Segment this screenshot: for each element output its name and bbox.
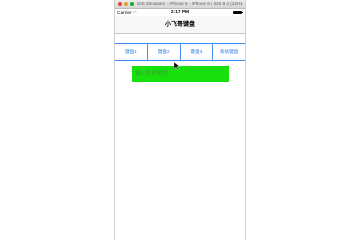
keyboard-3-button[interactable]: 键盘3 — [181, 44, 214, 60]
nickname-input[interactable]: 输入你的昵称 — [132, 66, 229, 82]
status-bar: Carrier ◠ 2:17 PM — [115, 9, 245, 16]
simulator-window: iOS Simulator - iPhone 6 - iPhone 6 / iO… — [114, 0, 246, 240]
page-title: 小飞哥键盘 — [164, 22, 195, 28]
battery-level — [234, 12, 241, 13]
window-titlebar: iOS Simulator - iPhone 6 - iPhone 6 / iO… — [115, 0, 245, 9]
keyboard-2-button[interactable]: 键盘2 — [148, 44, 181, 60]
system-keyboard-button[interactable]: 系统键盘 — [213, 44, 245, 60]
window-title: iOS Simulator - iPhone 6 - iPhone 6 / iO… — [137, 1, 243, 6]
battery-icon — [233, 11, 243, 14]
keyboard-button-bar: 键盘1 键盘2 键盘3 系统键盘 — [115, 43, 245, 61]
minimize-window-button[interactable] — [124, 2, 128, 6]
mouse-cursor-icon — [174, 62, 180, 70]
navigation-bar: 小飞哥键盘 — [115, 16, 245, 34]
maximize-window-button[interactable] — [130, 2, 134, 6]
status-time: 2:17 PM — [170, 10, 190, 15]
close-window-button[interactable] — [118, 2, 122, 6]
keyboard-1-button[interactable]: 键盘1 — [115, 44, 148, 60]
